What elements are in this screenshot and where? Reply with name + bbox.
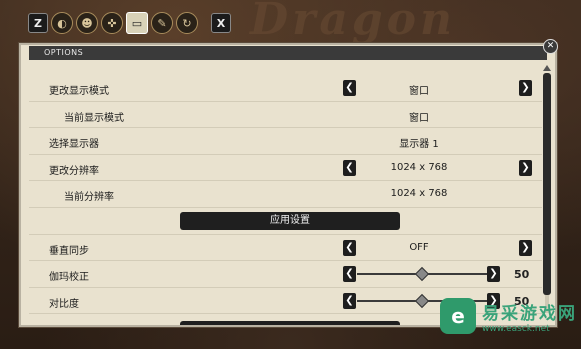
select-monitor-value[interactable]: 显示器 1 <box>389 135 449 150</box>
prev-tab-key[interactable]: Z <box>28 13 48 33</box>
watermark-text: 易采游戏网 www.easck.net <box>482 299 577 334</box>
options-tab-bar: Z ◐ ☻ ✜ ▭ ✎ ↻ X <box>28 12 231 34</box>
display-mode-next-button[interactable]: ❯ <box>519 80 532 96</box>
select-monitor-row: 选择显示器 显示器 1 <box>29 128 542 155</box>
scroll-up-arrow-icon[interactable] <box>543 65 551 71</box>
current-display-mode-value: 窗口 <box>409 112 429 124</box>
character-icon[interactable]: ☻ <box>76 12 98 34</box>
current-display-mode-row: 当前显示模式 窗口 <box>29 102 542 128</box>
resolution-value: 1024 x 768 <box>390 161 448 173</box>
scrollbar-thumb[interactable] <box>543 73 551 295</box>
background-game-logo: Dragon <box>250 0 456 45</box>
gamma-increase-button[interactable]: ❯ <box>487 266 500 282</box>
display-mode-row: 更改显示模式 ❮ 窗口 ❯ <box>29 75 542 102</box>
refresh-icon[interactable]: ↻ <box>176 12 198 34</box>
contrast-label: 对比度 <box>49 298 79 310</box>
partially-visible-button[interactable] <box>180 321 400 325</box>
current-display-mode-label: 当前显示模式 <box>64 112 124 124</box>
resolution-label: 更改分辨率 <box>49 165 99 177</box>
display-mode-prev-button[interactable]: ❮ <box>343 80 356 96</box>
vsync-value: OFF <box>409 241 429 253</box>
next-tab-key[interactable]: X <box>211 13 231 33</box>
watermark-url: www.easck.net <box>482 323 550 334</box>
resolution-row: 更改分辨率 ❮ 1024 x 768 ❯ <box>29 155 542 181</box>
panel-title: OPTIONS <box>29 46 547 60</box>
vsync-next-button[interactable]: ❯ <box>519 239 532 256</box>
vsync-row: 垂直同步 ❮ OFF ❯ <box>29 235 542 261</box>
current-resolution-label: 当前分辨率 <box>64 192 114 203</box>
apply-row: 应用设置 <box>29 208 542 235</box>
vsync-prev-button[interactable]: ❮ <box>343 239 356 256</box>
watermark-logo-icon: e <box>440 298 476 334</box>
gamma-label: 伽玛校正 <box>49 272 89 283</box>
resolution-next-button[interactable]: ❯ <box>519 159 532 176</box>
gamepad-icon[interactable]: ◐ <box>51 12 73 34</box>
options-list: 更改显示模式 ❮ 窗口 ❯ 当前显示模式 窗口 选择显示器 显示器 1 更改分辨… <box>29 75 542 314</box>
display-icon[interactable]: ▭ <box>126 12 148 34</box>
gamma-value: 50 <box>514 268 530 281</box>
display-mode-label: 更改显示模式 <box>49 86 109 97</box>
apply-settings-button[interactable]: 应用设置 <box>180 211 400 230</box>
display-mode-value: 窗口 <box>409 86 429 97</box>
watermark: e 易采游戏网 www.easck.net <box>440 298 577 334</box>
close-icon[interactable]: ✕ <box>543 39 558 54</box>
gamma-slider-thumb[interactable] <box>414 266 430 282</box>
wrench-icon[interactable]: ✎ <box>151 12 173 34</box>
vsync-label: 垂直同步 <box>49 245 89 257</box>
contrast-slider-thumb[interactable] <box>414 293 430 308</box>
contrast-decrease-button[interactable]: ❮ <box>343 292 356 309</box>
resolution-prev-button[interactable]: ❮ <box>343 159 356 176</box>
current-resolution-value: 1024 x 768 <box>390 188 448 199</box>
current-resolution-row: 当前分辨率 1024 x 768 <box>29 181 542 208</box>
gamma-row: 伽玛校正 ❮ ❯ 50 <box>29 261 542 288</box>
gamma-decrease-button[interactable]: ❮ <box>343 266 356 282</box>
controller-icon[interactable]: ✜ <box>101 12 123 34</box>
select-monitor-label: 选择显示器 <box>49 139 99 150</box>
watermark-title: 易采游戏网 <box>482 303 577 324</box>
options-panel: OPTIONS 更改显示模式 ❮ 窗口 ❯ 当前显示模式 窗口 选择显示器 显示… <box>19 43 557 327</box>
